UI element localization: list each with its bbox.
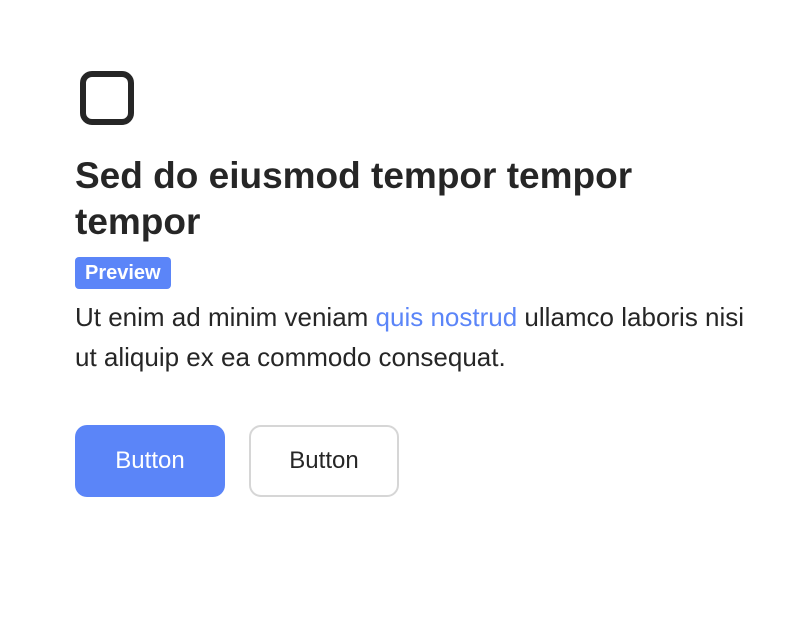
- card-actions: Button Button: [75, 425, 755, 497]
- card-description: Ut enim ad minim veniam quis nostrud ull…: [75, 297, 755, 377]
- preview-badge: Preview: [75, 257, 171, 289]
- description-link[interactable]: quis nostrud: [376, 302, 518, 332]
- rounded-square-icon: [80, 71, 134, 125]
- content-card: Sed do eiusmod tempor tempor tempor Prev…: [75, 71, 755, 497]
- card-title: Sed do eiusmod tempor tempor tempor: [75, 155, 633, 242]
- primary-button[interactable]: Button: [75, 425, 225, 497]
- secondary-button[interactable]: Button: [249, 425, 399, 497]
- description-text-start: Ut enim ad minim veniam: [75, 302, 376, 332]
